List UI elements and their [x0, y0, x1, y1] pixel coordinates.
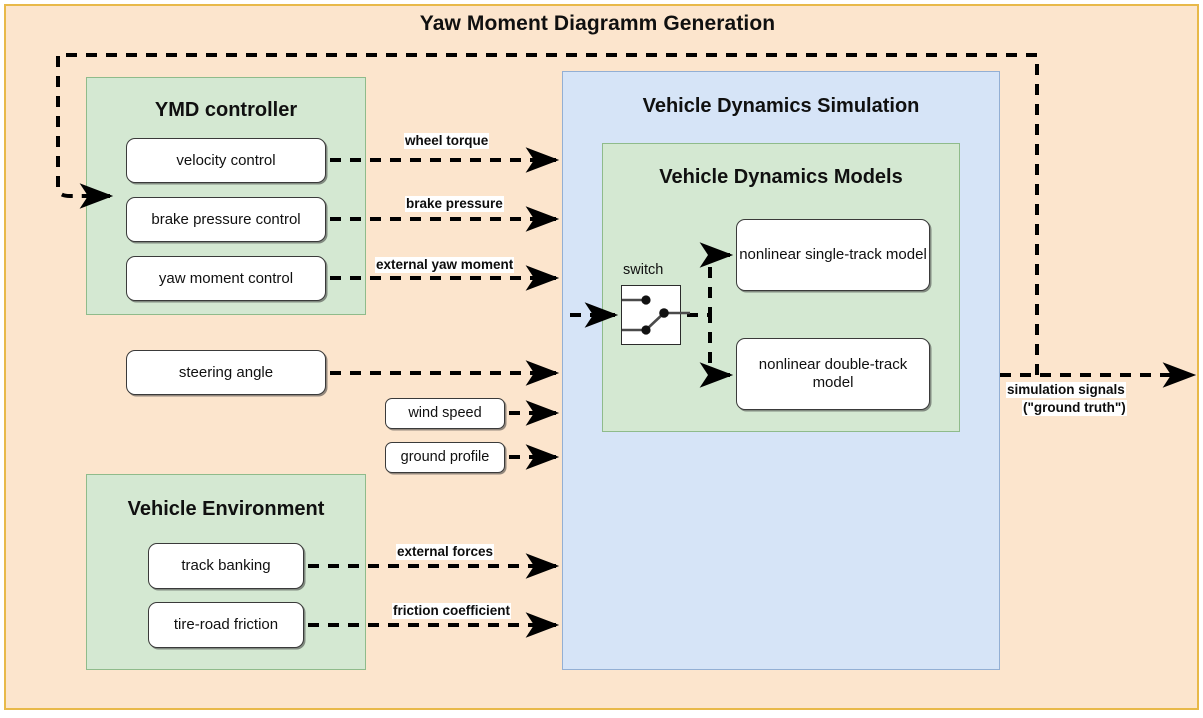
- connector-layer: [56, 53, 1197, 638]
- switch-poles: [641, 295, 669, 335]
- edge-feedback-loop: [56, 53, 1039, 375]
- edge-switch-to-single-track: [687, 242, 734, 317]
- switch-contacts: [622, 298, 690, 332]
- edge-switch-to-double-track: [687, 313, 734, 388]
- diagram-canvas: Yaw Moment Diagramm Generation YMD contr…: [0, 0, 1203, 718]
